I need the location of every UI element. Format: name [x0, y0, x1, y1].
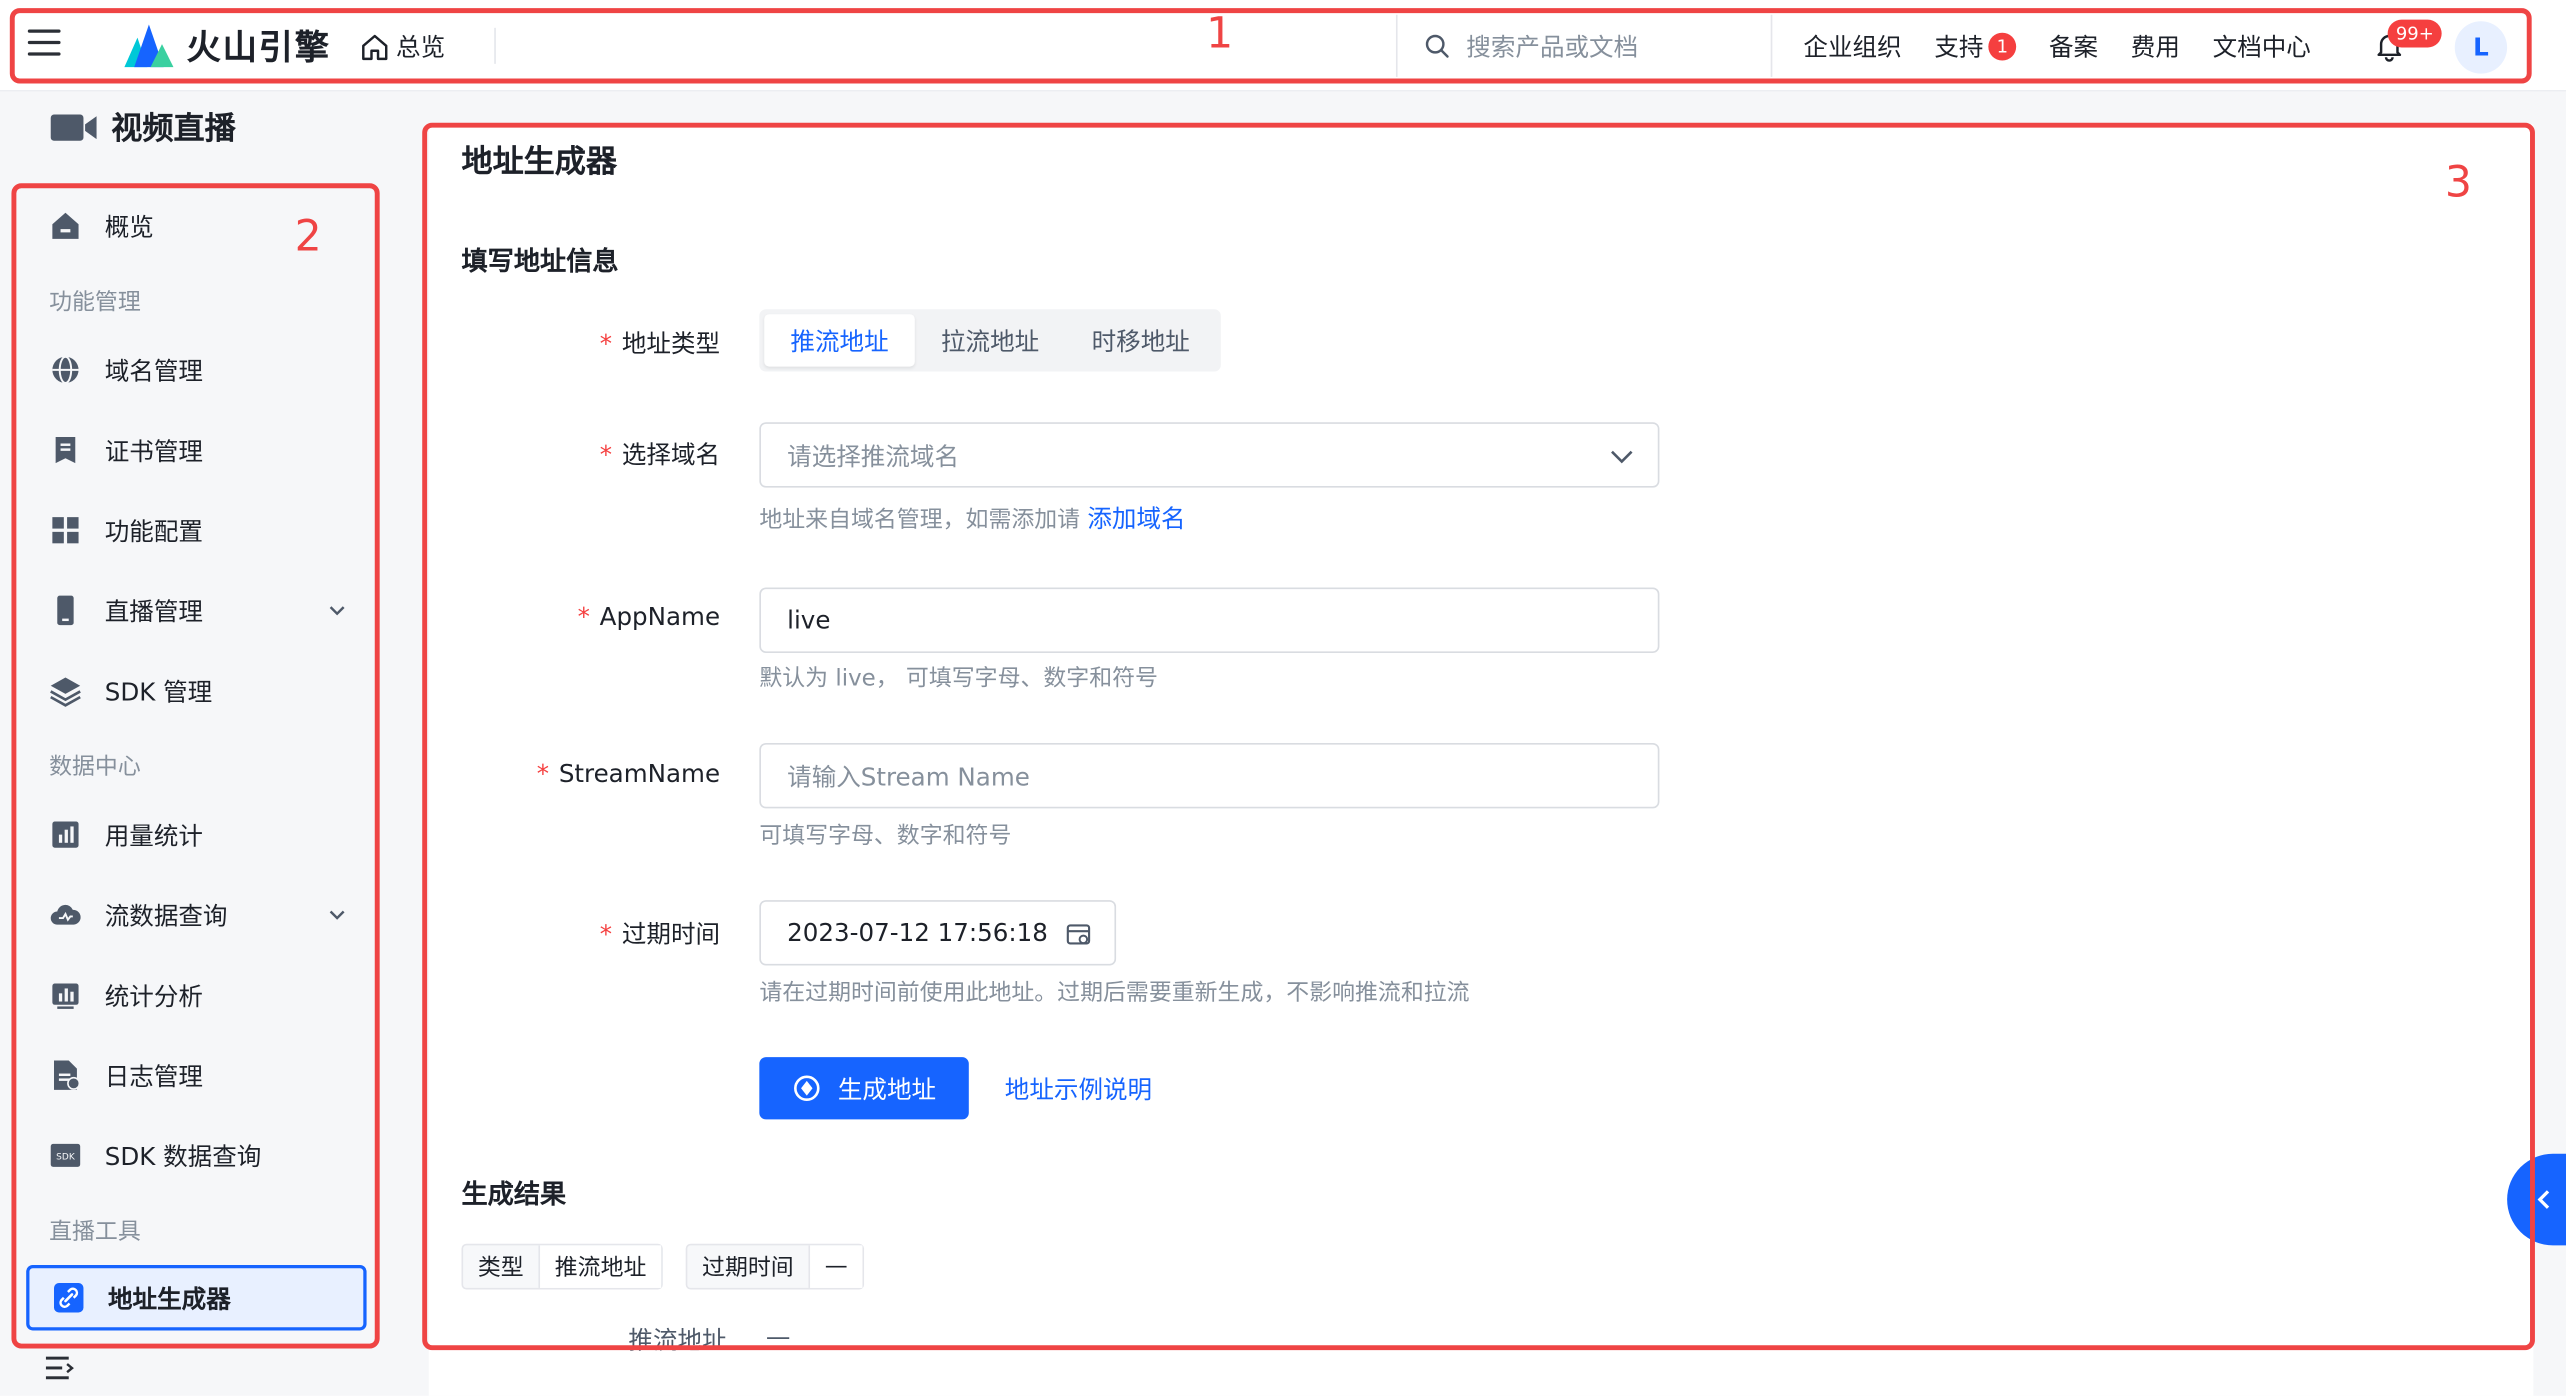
product-title: 视频直播 [49, 105, 236, 149]
product-name: 视频直播 [111, 111, 236, 148]
collapse-menu-icon[interactable] [45, 1355, 75, 1381]
annotation-box-2 [11, 183, 380, 1349]
annotation-label-3: 3 [2444, 158, 2473, 208]
annotation-label-2: 2 [294, 212, 322, 262]
annotation-box-3 [422, 122, 2535, 1351]
annotation-label-1: 1 [1206, 9, 1234, 59]
chevron-left-icon [2537, 1190, 2550, 1209]
video-camera-icon [50, 113, 97, 140]
annotation-box-1 [9, 8, 2532, 84]
